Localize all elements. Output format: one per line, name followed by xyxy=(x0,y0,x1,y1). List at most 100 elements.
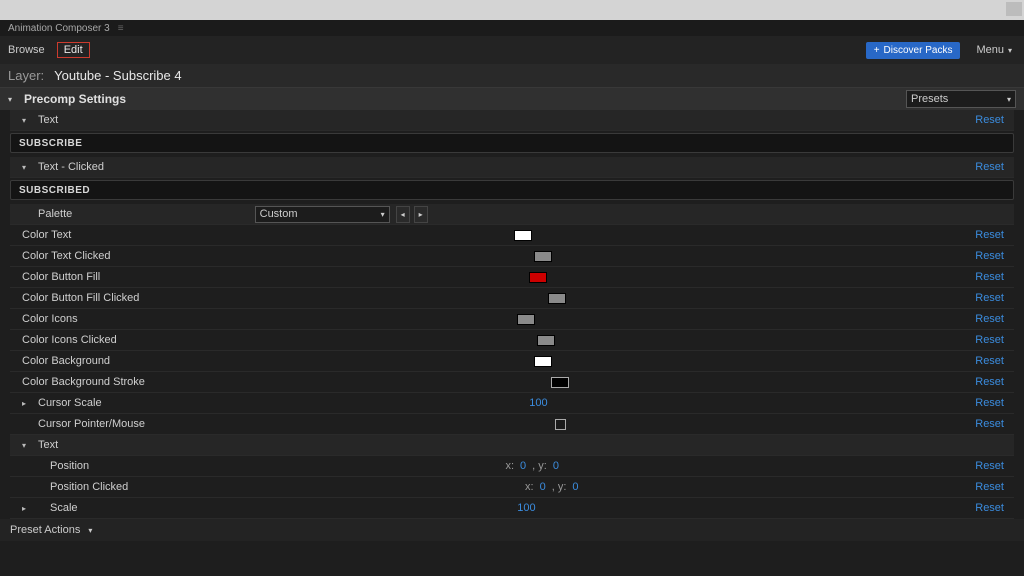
reset-button[interactable]: Reset xyxy=(975,502,1010,514)
color-swatch[interactable] xyxy=(537,335,555,346)
reset-button[interactable]: Reset xyxy=(975,229,1010,241)
group-label: Palette xyxy=(38,208,72,220)
chevron-right-icon[interactable]: ▸ xyxy=(22,504,34,513)
palette-prev-button[interactable]: ◂ xyxy=(396,206,410,223)
color-swatch[interactable] xyxy=(534,356,552,367)
presets-select-label: Presets xyxy=(911,93,948,105)
reset-button[interactable]: Reset xyxy=(975,355,1010,367)
color-row: Color Text Reset xyxy=(10,225,1014,246)
edit-button[interactable]: Edit xyxy=(57,42,90,58)
text-input-row xyxy=(10,133,1014,153)
color-label: Color Text xyxy=(22,229,71,241)
reset-button[interactable]: Reset xyxy=(975,292,1010,304)
color-label: Color Background Stroke xyxy=(22,376,145,388)
group-label: Text xyxy=(38,114,58,126)
x-label: x: xyxy=(525,481,534,493)
position-clicked-row: ▸ Position Clicked x: 0 , y: 0 Reset xyxy=(10,477,1014,498)
y-label: , y: xyxy=(532,460,547,472)
reset-button[interactable]: Reset xyxy=(975,418,1010,430)
y-label: , y: xyxy=(552,481,567,493)
color-swatch[interactable] xyxy=(514,230,532,241)
chevron-right-icon[interactable]: ▸ xyxy=(22,399,34,408)
color-row: Color Icons Clicked Reset xyxy=(10,330,1014,351)
group-label: Text - Clicked xyxy=(38,161,104,173)
position-row: ▸ Position x: 0 , y: 0 Reset xyxy=(10,456,1014,477)
menu-label: Menu xyxy=(976,44,1004,56)
color-label: Color Text Clicked xyxy=(22,250,110,262)
color-row: Color Button Fill Reset xyxy=(10,267,1014,288)
cursor-scale-value[interactable]: 100 xyxy=(529,397,547,409)
reset-button[interactable]: Reset xyxy=(975,313,1010,325)
layer-label: Layer: xyxy=(8,68,44,83)
chevron-down-icon[interactable]: ▾ xyxy=(88,526,92,535)
position-clicked-x-value[interactable]: 0 xyxy=(540,481,546,493)
presets-select[interactable]: Presets ▾ xyxy=(906,90,1016,108)
chevron-down-icon[interactable]: ▾ xyxy=(8,95,18,104)
plus-icon: + xyxy=(874,45,880,56)
color-row: Color Button Fill Clicked Reset xyxy=(10,288,1014,309)
chevron-down-icon[interactable]: ▾ xyxy=(22,116,34,125)
chevron-down-icon[interactable]: ▾ xyxy=(22,163,34,172)
reset-button[interactable]: Reset xyxy=(975,460,1010,472)
color-label: Color Background xyxy=(22,355,110,367)
footer-bar: Preset Actions ▾ xyxy=(0,519,1024,541)
section-header: ▾ Precomp Settings Presets ▾ xyxy=(0,88,1024,110)
color-row: Color Background Reset xyxy=(10,351,1014,372)
reset-button[interactable]: Reset xyxy=(975,161,1010,173)
cursor-pointer-checkbox[interactable] xyxy=(555,419,566,430)
cursor-scale-row: ▸ Cursor Scale 100 Reset xyxy=(10,393,1014,414)
color-label: Color Icons xyxy=(22,313,78,325)
color-swatch[interactable] xyxy=(548,293,566,304)
reset-button[interactable]: Reset xyxy=(975,397,1010,409)
text-clicked-input[interactable] xyxy=(19,185,1005,196)
color-swatch[interactable] xyxy=(529,272,547,283)
palette-select[interactable]: Custom ▾ xyxy=(255,206,390,223)
preset-actions-button[interactable]: Preset Actions xyxy=(10,524,80,536)
color-swatch[interactable] xyxy=(534,251,552,262)
host-app-chrome xyxy=(0,0,1024,20)
position-x-value[interactable]: 0 xyxy=(520,460,526,472)
color-label: Color Button Fill xyxy=(22,271,100,283)
menu-button[interactable]: Menu ▾ xyxy=(972,42,1016,58)
palette-next-button[interactable]: ▸ xyxy=(414,206,428,223)
param-label: Cursor Scale xyxy=(38,397,102,409)
group-header-text2: ▾ Text xyxy=(10,435,1014,456)
param-label: Cursor Pointer/Mouse xyxy=(38,418,145,430)
param-label: Scale xyxy=(50,502,78,514)
chevron-down-icon: ▾ xyxy=(1008,46,1012,55)
color-swatch[interactable] xyxy=(517,314,535,325)
scale-value[interactable]: 100 xyxy=(517,502,535,514)
text-input[interactable] xyxy=(19,138,1005,149)
toolbar: Browse Edit + Discover Packs Menu ▾ xyxy=(0,36,1024,64)
reset-button[interactable]: Reset xyxy=(975,250,1010,262)
group-header-palette: ▾ Palette Custom ▾ ◂ ▸ xyxy=(10,204,1014,225)
param-label: Position Clicked xyxy=(50,481,128,493)
reset-button[interactable]: Reset xyxy=(975,334,1010,346)
chevron-down-icon: ▾ xyxy=(381,210,385,219)
layer-name: Youtube - Subscribe 4 xyxy=(54,68,181,83)
x-label: x: xyxy=(505,460,514,472)
position-clicked-y-value[interactable]: 0 xyxy=(572,481,578,493)
chevron-down-icon[interactable]: ▾ xyxy=(22,441,34,450)
panel-menu-icon[interactable]: ≡ xyxy=(118,23,123,34)
close-icon[interactable] xyxy=(1006,2,1022,16)
color-label: Color Button Fill Clicked xyxy=(22,292,139,304)
discover-packs-label: Discover Packs xyxy=(884,45,953,56)
reset-button[interactable]: Reset xyxy=(975,114,1010,126)
layer-bar: Layer: Youtube - Subscribe 4 xyxy=(0,64,1024,88)
discover-packs-button[interactable]: + Discover Packs xyxy=(866,42,961,59)
group-label: Text xyxy=(38,439,58,451)
browse-button[interactable]: Browse xyxy=(8,44,45,56)
reset-button[interactable]: Reset xyxy=(975,376,1010,388)
color-swatch[interactable] xyxy=(551,377,569,388)
position-y-value[interactable]: 0 xyxy=(553,460,559,472)
reset-button[interactable]: Reset xyxy=(975,271,1010,283)
section-title: Precomp Settings xyxy=(24,92,126,106)
chevron-down-icon: ▾ xyxy=(1007,95,1011,104)
panel-title-bar: Animation Composer 3 ≡ xyxy=(0,20,1024,36)
panel-title: Animation Composer 3 xyxy=(8,23,110,34)
color-row: Color Icons Reset xyxy=(10,309,1014,330)
palette-select-value: Custom xyxy=(260,208,298,220)
text-clicked-input-row xyxy=(10,180,1014,200)
reset-button[interactable]: Reset xyxy=(975,481,1010,493)
